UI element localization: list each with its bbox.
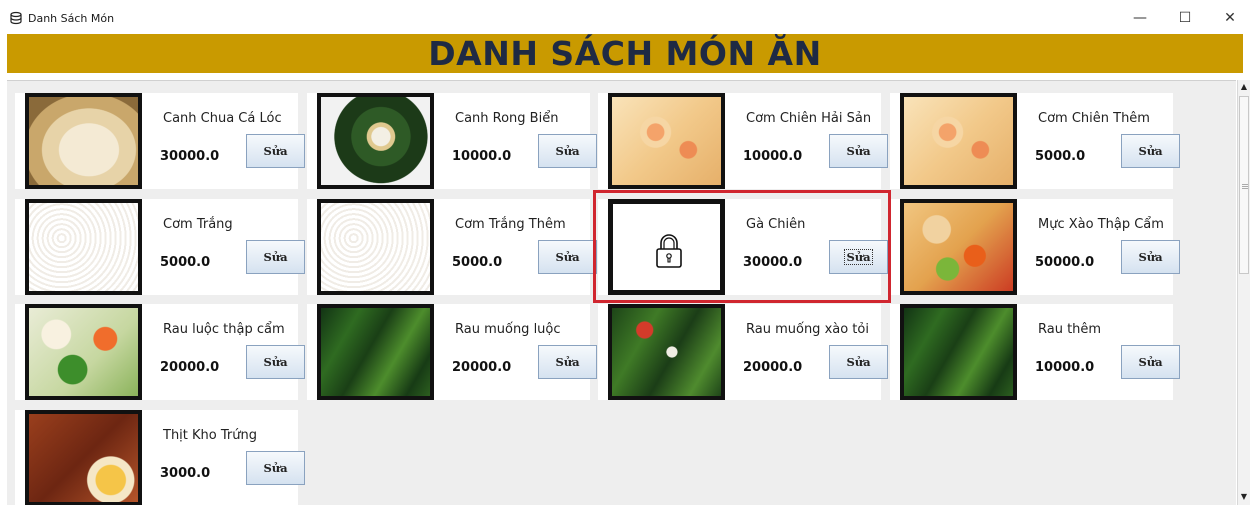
page-title: DANH SÁCH MÓN ĂN — [428, 34, 822, 73]
edit-button[interactable]: Sửa — [829, 345, 888, 379]
item-price: 50000.0 — [1035, 255, 1095, 270]
edit-button-label: Sửa — [1138, 144, 1163, 158]
menu-item-card: Cơm Trắng Thêm 5000.0 Sửa — [307, 199, 597, 295]
water-spinach-garlic-photo — [608, 304, 725, 400]
vertical-scrollbar[interactable]: ▲ ▼ — [1237, 80, 1250, 505]
edit-button[interactable]: Sửa — [538, 240, 597, 274]
edit-button-label: Sửa — [555, 250, 580, 264]
header-banner: DANH SÁCH MÓN ĂN — [7, 34, 1243, 73]
edit-button[interactable]: Sửa — [1121, 240, 1180, 274]
item-price: 10000.0 — [743, 149, 803, 164]
minimize-button[interactable]: — — [1125, 6, 1155, 30]
item-name: Canh Chua Cá Lóc — [163, 111, 282, 126]
item-name: Rau muống xào tỏi — [746, 322, 869, 337]
edit-button-label: Sửa — [263, 144, 288, 158]
item-price: 10000.0 — [1035, 360, 1095, 375]
edit-button-label: Sửa — [263, 355, 288, 369]
item-name: Cơm Chiên Thêm — [1038, 111, 1150, 126]
edit-button-label: Sửa — [1138, 355, 1163, 369]
edit-button[interactable]: Sửa — [246, 134, 305, 168]
item-price: 20000.0 — [160, 360, 220, 375]
seaweed-soup-photo — [317, 93, 434, 189]
item-price: 20000.0 — [743, 360, 803, 375]
maximize-button[interactable]: ☐ — [1170, 6, 1200, 30]
item-name: Thịt Kho Trứng — [163, 428, 257, 443]
scroll-down-arrow-icon[interactable]: ▼ — [1238, 490, 1250, 502]
database-icon — [10, 11, 22, 25]
menu-item-card: Cơm Chiên Hải Sản 10000.0 Sửa — [598, 93, 888, 189]
edit-button-label: Sửa — [263, 461, 288, 475]
water-spinach-photo — [900, 304, 1017, 400]
menu-item-card: Rau thêm 10000.0 Sửa — [890, 304, 1180, 400]
braised-pork-egg-photo — [25, 410, 142, 505]
window-title: Danh Sách Món — [28, 12, 115, 25]
menu-item-card: Thịt Kho Trứng 3000.0 Sửa — [15, 410, 305, 505]
menu-item-card: Canh Chua Cá Lóc 30000.0 Sửa — [15, 93, 305, 189]
edit-button-label: Sửa — [844, 249, 873, 265]
item-price: 5000.0 — [160, 255, 211, 270]
item-price: 3000.0 — [160, 466, 211, 481]
item-name: Cơm Trắng — [163, 217, 233, 232]
white-rice-photo — [25, 199, 142, 295]
edit-button[interactable]: Sửa — [829, 240, 888, 274]
app-window: Danh Sách Món — ☐ ✕ DANH SÁCH MÓN ĂN Can… — [0, 0, 1250, 505]
edit-button-label: Sửa — [555, 144, 580, 158]
seafood-fried-rice-photo — [900, 93, 1017, 189]
item-price: 30000.0 — [160, 149, 220, 164]
edit-button[interactable]: Sửa — [1121, 134, 1180, 168]
grip-icon — [1242, 184, 1248, 185]
menu-item-card: Rau muống xào tỏi 20000.0 Sửa — [598, 304, 888, 400]
item-price: 20000.0 — [452, 360, 512, 375]
menu-grid: Canh Chua Cá Lóc 30000.0 Sửa Canh Rong B… — [7, 80, 1236, 505]
item-name: Rau thêm — [1038, 322, 1102, 337]
scroll-up-arrow-icon[interactable]: ▲ — [1238, 80, 1250, 92]
edit-button-label: Sửa — [846, 144, 871, 158]
edit-button[interactable]: Sửa — [246, 451, 305, 485]
edit-button-label: Sửa — [846, 355, 871, 369]
item-name: Cơm Chiên Hải Sản — [746, 111, 872, 126]
item-price: 5000.0 — [452, 255, 503, 270]
fish-soup-photo — [25, 93, 142, 189]
edit-button[interactable]: Sửa — [829, 134, 888, 168]
menu-item-card: Cơm Trắng 5000.0 Sửa — [15, 199, 305, 295]
scroll-thumb[interactable] — [1239, 96, 1249, 274]
item-name: Cơm Trắng Thêm — [455, 217, 566, 232]
menu-item-card: Cơm Chiên Thêm 5000.0 Sửa — [890, 93, 1180, 189]
stir-fried-squid-photo — [900, 199, 1017, 295]
item-name: Canh Rong Biển — [455, 111, 559, 126]
item-price: 30000.0 — [743, 255, 803, 270]
edit-button-label: Sửa — [263, 250, 288, 264]
menu-item-card: Mực Xào Thập Cẩm 50000.0 Sửa — [890, 199, 1180, 295]
item-price: 5000.0 — [1035, 149, 1086, 164]
menu-item-card: Canh Rong Biển 10000.0 Sửa — [307, 93, 597, 189]
boiled-vegetables-photo — [25, 304, 142, 400]
edit-button-label: Sửa — [555, 355, 580, 369]
edit-button[interactable]: Sửa — [246, 240, 305, 274]
item-name: Rau luộc thập cẩm — [163, 322, 285, 337]
item-name: Gà Chiên — [746, 217, 806, 232]
item-price: 10000.0 — [452, 149, 512, 164]
water-spinach-photo — [317, 304, 434, 400]
seafood-fried-rice-photo — [608, 93, 725, 189]
edit-button-label: Sửa — [1138, 250, 1163, 264]
lock-icon — [647, 229, 691, 273]
menu-item-card-selected: Gà Chiên 30000.0 Sửa — [598, 199, 888, 295]
item-name: Rau muống luộc — [455, 322, 561, 337]
menu-item-card: Rau muống luộc 20000.0 Sửa — [307, 304, 597, 400]
edit-button[interactable]: Sửa — [538, 345, 597, 379]
close-button[interactable]: ✕ — [1215, 6, 1245, 30]
item-name: Mực Xào Thập Cẩm — [1038, 217, 1164, 232]
edit-button[interactable]: Sửa — [246, 345, 305, 379]
menu-item-card: Rau luộc thập cẩm 20000.0 Sửa — [15, 304, 305, 400]
title-bar: Danh Sách Món — ☐ ✕ — [0, 0, 1250, 34]
white-rice-photo — [317, 199, 434, 295]
edit-button[interactable]: Sửa — [538, 134, 597, 168]
image-placeholder — [608, 199, 725, 295]
edit-button[interactable]: Sửa — [1121, 345, 1180, 379]
